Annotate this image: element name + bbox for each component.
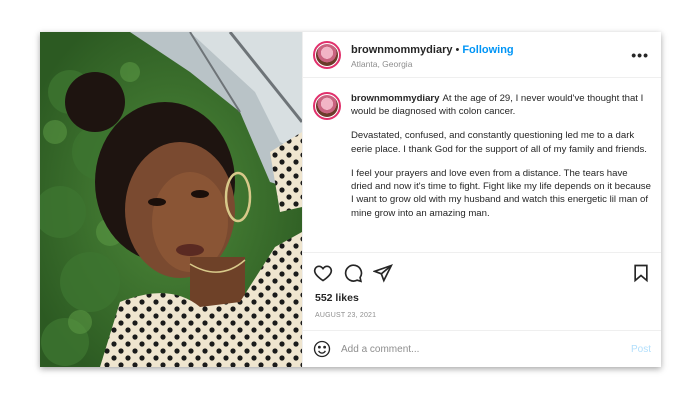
post-sidebar: brownmommydiary • Following Atlanta, Georg… bbox=[302, 32, 661, 367]
post-header: brownmommydiary • Following Atlanta, Georg… bbox=[303, 32, 661, 78]
post-caption: brownmommydiary At the age of 29, I never… bbox=[351, 92, 651, 252]
comment-input[interactable] bbox=[341, 343, 631, 355]
comment-icon[interactable] bbox=[343, 263, 363, 283]
post-photo[interactable] bbox=[40, 32, 302, 367]
instagram-post-card: brownmommydiary • Following Atlanta, Georg… bbox=[40, 32, 661, 367]
bookmark-icon[interactable] bbox=[631, 263, 651, 283]
more-options-icon[interactable]: ••• bbox=[631, 47, 649, 63]
caption-avatar[interactable] bbox=[313, 92, 341, 120]
post-location[interactable]: Atlanta, Georgia bbox=[351, 59, 631, 70]
post-date: AUGUST 23, 2021 bbox=[315, 312, 377, 319]
likes-count[interactable]: 552 likes bbox=[303, 292, 661, 306]
comment-bar: Post bbox=[303, 330, 661, 367]
caption-paragraph-3: I feel your prayers and love even from a… bbox=[351, 167, 651, 219]
emoji-icon[interactable] bbox=[313, 340, 331, 358]
author-avatar[interactable] bbox=[313, 40, 341, 69]
separator-dot: • bbox=[455, 44, 460, 57]
post-image bbox=[40, 32, 302, 367]
post-comment-button[interactable]: Post bbox=[631, 344, 651, 355]
share-icon[interactable] bbox=[373, 263, 393, 283]
caption-username[interactable]: brownmommydiary bbox=[351, 93, 440, 104]
caption-paragraph-2: Devastated, confused, and constantly que… bbox=[351, 130, 647, 155]
author-username[interactable]: brownmommydiary bbox=[351, 44, 452, 56]
action-bar bbox=[303, 252, 661, 292]
caption-area: brownmommydiary At the age of 29, I never… bbox=[303, 78, 661, 252]
heart-icon[interactable] bbox=[313, 263, 333, 283]
following-button[interactable]: Following bbox=[462, 44, 513, 56]
